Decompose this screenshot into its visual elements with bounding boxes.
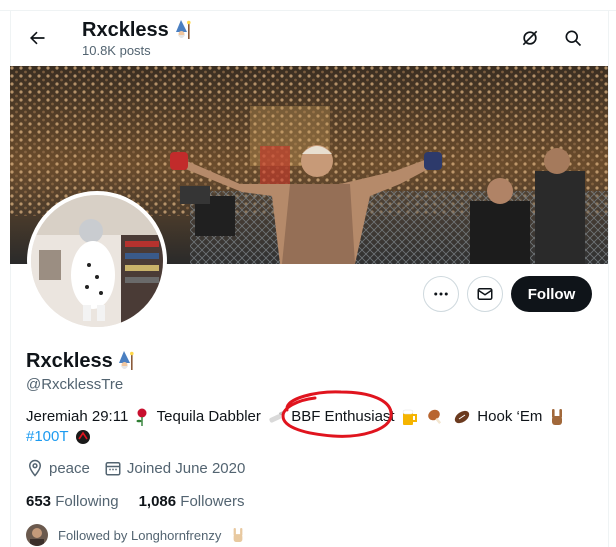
following-count: 653 bbox=[26, 493, 52, 510]
follow-button[interactable]: Follow bbox=[511, 276, 592, 312]
mail-icon bbox=[477, 288, 493, 300]
rose-emoji-icon bbox=[136, 408, 147, 427]
grok-icon bbox=[522, 30, 538, 46]
following-link[interactable]: 653 Following bbox=[26, 493, 119, 510]
grok-button[interactable] bbox=[516, 24, 544, 52]
drumstick-emoji-icon bbox=[428, 409, 442, 424]
header-title-text: Rxckless bbox=[82, 19, 169, 41]
location-text: peace bbox=[49, 459, 90, 477]
followers-label: Followers bbox=[180, 493, 245, 510]
calendar-icon bbox=[105, 462, 121, 476]
joined-text: Joined June 2020 bbox=[126, 459, 246, 477]
bio-bbf: BBF Enthusiast bbox=[291, 408, 395, 426]
back-button[interactable] bbox=[22, 23, 52, 53]
football-emoji-icon bbox=[454, 410, 470, 424]
followers-link[interactable]: 1,086 Followers bbox=[139, 493, 245, 510]
profile-meta: peace Joined June 2020 bbox=[26, 459, 259, 477]
bio-hook-em: Hook ‘Em bbox=[477, 408, 543, 426]
bottle-emoji-icon bbox=[269, 410, 285, 423]
avatar-image bbox=[31, 195, 163, 327]
more-options-button[interactable] bbox=[423, 276, 459, 312]
location-item: peace bbox=[26, 459, 90, 477]
more-icon bbox=[434, 292, 448, 296]
profile-handle: @RxcklessTre bbox=[26, 376, 124, 393]
posts-count: 10.8K posts bbox=[82, 43, 151, 58]
message-button[interactable] bbox=[467, 276, 503, 312]
rock-hand-emoji-icon bbox=[233, 528, 243, 542]
badge-emoji-icon bbox=[75, 430, 90, 445]
following-label: Following bbox=[55, 493, 119, 510]
profile-header-bar: Rxckless 10.8K posts bbox=[10, 11, 608, 66]
header-title: Rxckless bbox=[82, 18, 194, 42]
followed-by-row[interactable]: Followed by Longhornfrenzy bbox=[26, 524, 245, 546]
header-title-group: Rxckless 10.8K posts bbox=[82, 18, 194, 58]
follower-avatar bbox=[26, 524, 48, 546]
bio-tequila: Tequila Dabbler bbox=[156, 408, 261, 426]
profile-bio: Jeremiah 29:11 Tequila Dabbler BBF Enthu… bbox=[26, 407, 596, 447]
follow-counts: 653 Following 1,086 Followers bbox=[26, 493, 244, 510]
profile-avatar[interactable] bbox=[27, 191, 167, 331]
rock-hand-emoji-icon bbox=[551, 409, 562, 426]
display-name: Rxckless bbox=[26, 349, 137, 373]
bio-verse: Jeremiah 29:11 bbox=[26, 408, 129, 426]
wizard-emoji-icon bbox=[118, 351, 134, 370]
display-name-text: Rxckless bbox=[26, 350, 113, 372]
back-arrow-icon bbox=[30, 31, 45, 45]
search-button[interactable] bbox=[559, 24, 587, 52]
wizard-emoji-icon bbox=[175, 20, 191, 39]
followed-by-text: Followed by Longhornfrenzy bbox=[58, 527, 222, 543]
search-icon bbox=[565, 30, 582, 47]
joined-item: Joined June 2020 bbox=[104, 459, 245, 477]
followers-count: 1,086 bbox=[138, 493, 177, 510]
profile-name-block: Rxckless @RxcklessTre bbox=[26, 349, 137, 393]
location-icon bbox=[28, 459, 42, 477]
frame-right-border bbox=[608, 10, 609, 547]
beer-emoji-icon bbox=[402, 409, 417, 426]
bio-hashtag[interactable]: #100T bbox=[26, 428, 69, 445]
